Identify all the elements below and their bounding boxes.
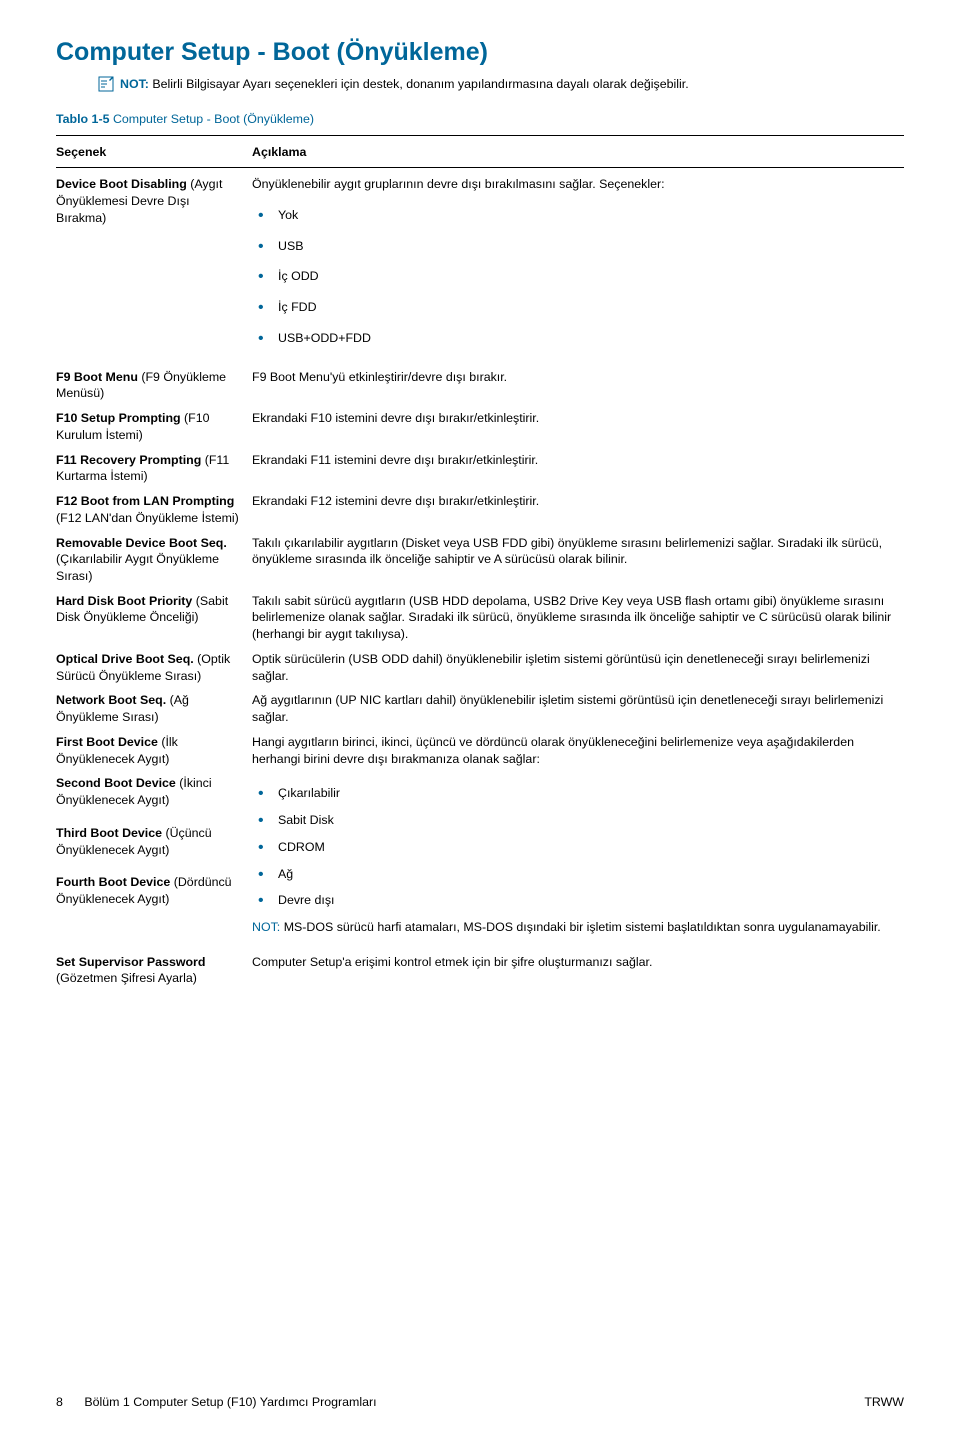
option-name: F11 Recovery Prompting (F11 Kurtarma İst…: [56, 452, 252, 485]
option-desc: Ekrandaki F10 istemini devre dışı bırakı…: [252, 410, 904, 427]
list-item: Çıkarılabilir: [252, 785, 904, 802]
footer-right: TRWW: [864, 1394, 904, 1411]
option-desc: Optik sürücülerin (USB ODD dahil) önyükl…: [252, 651, 904, 684]
header-option: Seçenek: [56, 144, 252, 161]
option-name: Hard Disk Boot Priority (Sabit Disk Önyü…: [56, 593, 252, 626]
option-bold: Hard Disk Boot Priority: [56, 594, 192, 608]
option-name: F12 Boot from LAN Prompting (F12 LAN'dan…: [56, 493, 252, 526]
option-rest: (Gözetmen Şifresi Ayarla): [56, 971, 197, 985]
option-bold: Network Boot Seq.: [56, 693, 166, 707]
desc-lead: Önyüklenebilir aygıt gruplarının devre d…: [252, 177, 665, 191]
option-desc: Ekrandaki F12 istemini devre dışı bırakı…: [252, 493, 904, 510]
list-item: USB+ODD+FDD: [252, 330, 904, 347]
divider: [56, 135, 904, 136]
inline-note: NOT: MS-DOS sürücü harfi atamaları, MS-D…: [252, 919, 904, 936]
note-text: NOT: Belirli Bilgisayar Ayarı seçenekler…: [120, 76, 689, 97]
table-header: Seçenek Açıklama: [56, 144, 904, 161]
option-name: F10 Setup Prompting (F10 Kurulum İstemi): [56, 410, 252, 443]
option-desc: Computer Setup'a erişimi kontrol etmek i…: [252, 954, 904, 971]
list-item: İç FDD: [252, 299, 904, 316]
table-row: First Boot Device (İlk Önyüklenecek Aygı…: [56, 734, 904, 767]
option-name: Optical Drive Boot Seq. (Optik Sürücü Ön…: [56, 651, 252, 684]
option-bold: Fourth Boot Device: [56, 875, 170, 889]
table-row: Removable Device Boot Seq. (Çıkarılabili…: [56, 535, 904, 585]
list-item: Yok: [252, 207, 904, 224]
page-title: Computer Setup - Boot (Önyükleme): [56, 36, 904, 70]
table-row: Network Boot Seq. (Ağ Önyükleme Sırası) …: [56, 692, 904, 725]
table-row: Device Boot Disabling (Aygıt Önyüklemesi…: [56, 176, 904, 360]
option-bold: F9 Boot Menu: [56, 370, 138, 384]
option-list: Yok USB İç ODD İç FDD USB+ODD+FDD: [252, 207, 904, 347]
option-desc: Hangi aygıtların birinci, ikinci, üçüncü…: [252, 734, 904, 767]
option-rest: (F12 LAN'dan Önyükleme İstemi): [56, 511, 239, 525]
option-bold: Second Boot Device: [56, 776, 176, 790]
option-desc: Takılı sabit sürücü aygıtların (USB HDD …: [252, 593, 904, 643]
inline-note-text: MS-DOS sürücü harfi atamaları, MS-DOS dı…: [284, 920, 881, 934]
option-bold: Removable Device Boot Seq.: [56, 536, 227, 550]
list-item: Ağ: [252, 866, 904, 883]
option-name: First Boot Device (İlk Önyüklenecek Aygı…: [56, 734, 252, 767]
table-row: F10 Setup Prompting (F10 Kurulum İstemi)…: [56, 410, 904, 443]
option-desc: Takılı çıkarılabilir aygıtların (Disket …: [252, 535, 904, 568]
caption-label: Tablo 1-5: [56, 112, 109, 126]
option-bold: Device Boot Disabling: [56, 177, 187, 191]
table-caption: Tablo 1-5 Computer Setup - Boot (Önyükle…: [56, 111, 904, 128]
option-name-group: Second Boot Device (İkinci Önyüklenecek …: [56, 775, 252, 907]
divider: [56, 167, 904, 168]
list-item: İç ODD: [252, 268, 904, 285]
footer: 8 Bölüm 1 Computer Setup (F10) Yardımcı …: [56, 1394, 904, 1411]
option-bold: Optical Drive Boot Seq.: [56, 652, 194, 666]
table-row-group: Second Boot Device (İkinci Önyüklenecek …: [56, 775, 904, 935]
table-row: F12 Boot from LAN Prompting (F12 LAN'dan…: [56, 493, 904, 526]
table-row: F9 Boot Menu (F9 Önyükleme Menüsü) F9 Bo…: [56, 369, 904, 402]
chapter-label: Bölüm 1 Computer Setup (F10) Yardımcı Pr…: [84, 1395, 376, 1409]
option-desc: Önyüklenebilir aygıt gruplarının devre d…: [252, 176, 904, 360]
option-name: Removable Device Boot Seq. (Çıkarılabili…: [56, 535, 252, 585]
option-desc-group: Çıkarılabilir Sabit Disk CDROM Ağ Devre …: [252, 775, 904, 935]
table-row: Optical Drive Boot Seq. (Optik Sürücü Ön…: [56, 651, 904, 684]
option-bold: First Boot Device: [56, 735, 158, 749]
caption-text: Computer Setup - Boot (Önyükleme): [113, 112, 314, 126]
option-name: F9 Boot Menu (F9 Önyükleme Menüsü): [56, 369, 252, 402]
option-desc: Ağ aygıtlarının (UP NIC kartları dahil) …: [252, 692, 904, 725]
note-icon: [98, 76, 120, 97]
option-bold: F11 Recovery Prompting: [56, 453, 201, 467]
option-bold: Third Boot Device: [56, 826, 162, 840]
footer-left: 8 Bölüm 1 Computer Setup (F10) Yardımcı …: [56, 1394, 377, 1411]
option-bold: Set Supervisor Password: [56, 955, 205, 969]
list-item: Devre dışı: [252, 892, 904, 909]
note-label: NOT:: [120, 77, 149, 91]
list-item: USB: [252, 238, 904, 255]
option-desc: F9 Boot Menu'yü etkinleştirir/devre dışı…: [252, 369, 904, 386]
inline-note-label: NOT:: [252, 920, 280, 934]
page-number: 8: [56, 1395, 63, 1409]
option-rest: (Çıkarılabilir Aygıt Önyükleme Sırası): [56, 552, 219, 583]
note-block: NOT: Belirli Bilgisayar Ayarı seçenekler…: [98, 76, 904, 97]
header-description: Açıklama: [252, 144, 904, 161]
option-bold: F10 Setup Prompting: [56, 411, 181, 425]
table-row: Hard Disk Boot Priority (Sabit Disk Önyü…: [56, 593, 904, 643]
option-bold: F12 Boot from LAN Prompting: [56, 494, 234, 508]
note-body-text: Belirli Bilgisayar Ayarı seçenekleri içi…: [152, 77, 688, 91]
boot-device-list: Çıkarılabilir Sabit Disk CDROM Ağ Devre …: [252, 785, 904, 909]
option-name: Device Boot Disabling (Aygıt Önyüklemesi…: [56, 176, 252, 226]
list-item: CDROM: [252, 839, 904, 856]
option-desc: Ekrandaki F11 istemini devre dışı bırakı…: [252, 452, 904, 469]
option-name: Network Boot Seq. (Ağ Önyükleme Sırası): [56, 692, 252, 725]
option-name: Set Supervisor Password (Gözetmen Şifres…: [56, 954, 252, 987]
table-row: Set Supervisor Password (Gözetmen Şifres…: [56, 954, 904, 987]
table-row: F11 Recovery Prompting (F11 Kurtarma İst…: [56, 452, 904, 485]
list-item: Sabit Disk: [252, 812, 904, 829]
options-table: Seçenek Açıklama Device Boot Disabling (…: [56, 144, 904, 987]
